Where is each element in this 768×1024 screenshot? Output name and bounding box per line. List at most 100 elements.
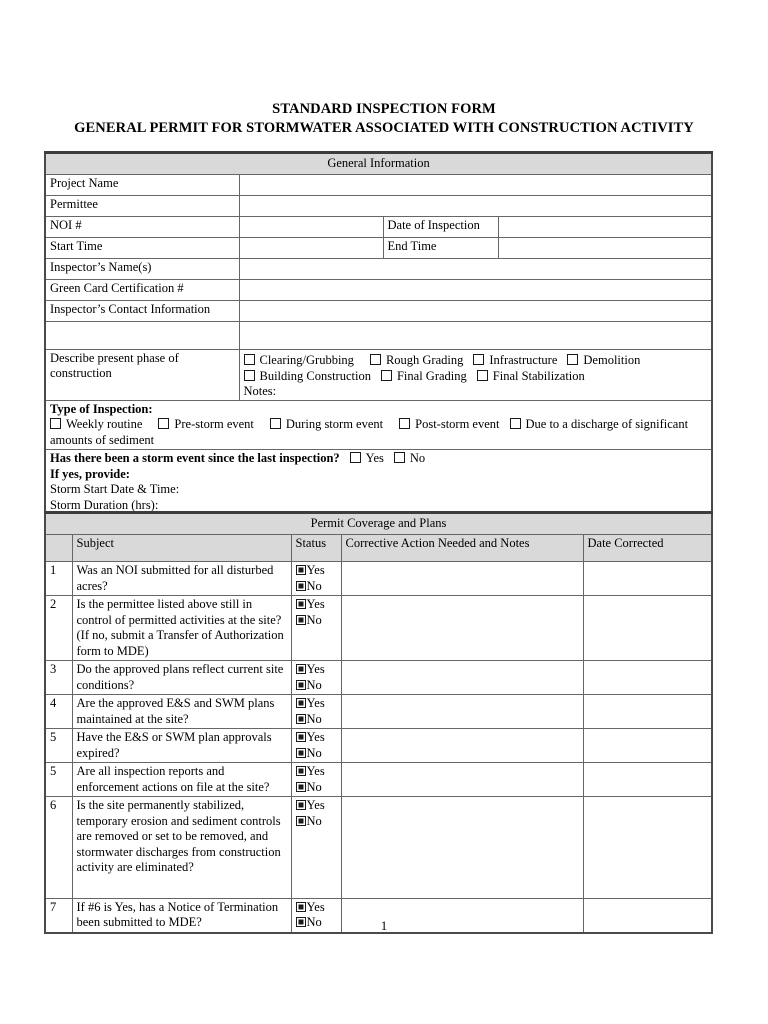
- status-no-option[interactable]: No: [295, 746, 337, 762]
- row-number: 6: [44, 796, 73, 899]
- label-project-name: Project Name: [44, 173, 240, 196]
- checkbox-yes-icon[interactable]: [295, 901, 306, 912]
- status-no-option[interactable]: No: [295, 612, 337, 629]
- phase-option-final-stabilization: Final Stabilization: [492, 368, 585, 383]
- checkbox-rough-grading-icon[interactable]: [369, 353, 381, 365]
- field-noi-number[interactable]: [238, 215, 384, 238]
- field-green-card-certification[interactable]: [238, 278, 714, 301]
- checkbox-yes-icon[interactable]: [295, 698, 306, 708]
- checkbox-demolition-icon[interactable]: [567, 353, 579, 365]
- row-corrective-action[interactable]: [340, 694, 584, 729]
- status-yes-option[interactable]: Yes: [295, 764, 337, 780]
- field-inspector-contact[interactable]: [238, 299, 714, 322]
- label-noi-number: NOI #: [44, 215, 240, 238]
- checkbox-no-icon[interactable]: [295, 614, 306, 625]
- checkbox-no-icon[interactable]: [295, 580, 306, 591]
- row-corrective-action[interactable]: [340, 728, 584, 763]
- label-storm-event-yes: Yes: [365, 451, 384, 465]
- checkbox-no-icon[interactable]: [295, 679, 306, 690]
- label-inspector-contact: Inspector’s Contact Information: [44, 299, 240, 322]
- checkbox-during-storm-event-icon[interactable]: [269, 418, 281, 429]
- status-yes-label: Yes: [306, 662, 325, 676]
- row-date-corrected[interactable]: [582, 561, 714, 596]
- row-start-and-end-time: Start Time End Time: [44, 236, 714, 259]
- checkbox-yes-icon[interactable]: [295, 766, 306, 776]
- status-yes-label: Yes: [306, 563, 325, 577]
- checkbox-yes-icon[interactable]: [295, 565, 306, 575]
- row-corrective-action[interactable]: [340, 796, 584, 899]
- row-number: 4: [44, 694, 73, 729]
- row-corrective-action[interactable]: [340, 660, 584, 695]
- status-yes-option[interactable]: Yes: [295, 597, 337, 613]
- general-information-banner: General Information: [43, 151, 714, 175]
- status-no-option[interactable]: No: [295, 579, 337, 595]
- status-no-option[interactable]: No: [295, 712, 337, 728]
- checkbox-no-icon[interactable]: [295, 713, 306, 724]
- label-present-phase: Describe present phase of construction: [44, 348, 240, 401]
- column-header-status: Status: [290, 533, 342, 562]
- checkbox-yes-icon[interactable]: [295, 800, 306, 810]
- table-row: 6 Is the site permanently stabilized, te…: [44, 796, 714, 899]
- row-status: Yes No: [290, 728, 342, 763]
- row-date-corrected[interactable]: [582, 694, 714, 729]
- row-date-corrected[interactable]: [582, 728, 714, 763]
- checkbox-no-icon[interactable]: [295, 781, 306, 792]
- label-green-card-certification: Green Card Certification #: [44, 278, 240, 301]
- field-project-name[interactable]: [238, 173, 714, 196]
- checkbox-final-stabilization-icon[interactable]: [476, 369, 488, 381]
- checkbox-pre-storm-event-icon[interactable]: [158, 418, 170, 429]
- checkbox-building-construction-icon[interactable]: [243, 369, 255, 381]
- field-date-of-inspection[interactable]: [497, 215, 714, 238]
- checkbox-yes-icon[interactable]: [295, 732, 306, 742]
- checkbox-post-storm-event-icon[interactable]: [399, 418, 411, 429]
- field-storm-start-date-time[interactable]: Storm Start Date & Time:: [50, 482, 707, 498]
- status-no-option[interactable]: No: [295, 678, 337, 694]
- spacer-field-cell[interactable]: [238, 320, 714, 350]
- status-yes-option[interactable]: Yes: [295, 730, 337, 746]
- table-row: 2 Is the permittee listed above still in…: [44, 595, 714, 661]
- row-green-card: Green Card Certification #: [44, 278, 714, 301]
- checkbox-no-icon[interactable]: [295, 747, 306, 758]
- status-yes-option[interactable]: Yes: [295, 662, 337, 678]
- row-date-corrected[interactable]: [582, 762, 714, 797]
- status-yes-option[interactable]: Yes: [295, 696, 337, 712]
- row-corrective-action[interactable]: [340, 595, 584, 661]
- checkbox-clearing-grubbing-icon[interactable]: [243, 353, 255, 365]
- row-date-corrected[interactable]: [582, 595, 714, 661]
- row-corrective-action[interactable]: [340, 762, 584, 797]
- checkbox-no-icon[interactable]: [295, 815, 306, 826]
- status-yes-label: Yes: [306, 899, 325, 914]
- row-date-corrected[interactable]: [582, 796, 714, 899]
- status-yes-option[interactable]: Yes: [295, 899, 337, 916]
- row-subject: Have the E&S or SWM plan approvals expir…: [71, 728, 292, 763]
- row-corrective-action[interactable]: [340, 561, 584, 596]
- phase-options-cell: Clearing/Grubbing Rough Grading Infrastruc…: [238, 348, 714, 401]
- checkbox-storm-event-no-icon[interactable]: [393, 452, 405, 463]
- status-no-label: No: [306, 612, 322, 627]
- checkbox-yes-icon[interactable]: [295, 664, 306, 674]
- phase-notes-label[interactable]: Notes:: [244, 384, 708, 399]
- general-information-banner-row: General Information: [43, 151, 714, 175]
- row-status: Yes No: [290, 694, 342, 729]
- checkbox-discharge-sediment-icon[interactable]: [509, 418, 521, 429]
- field-start-time[interactable]: [238, 236, 384, 259]
- table-row: 5 Have the E&S or SWM plan approvals exp…: [44, 728, 714, 763]
- checkbox-storm-event-yes-icon[interactable]: [349, 452, 361, 463]
- status-no-option[interactable]: No: [295, 814, 337, 830]
- field-end-time[interactable]: [497, 236, 714, 259]
- phase-option-infrastructure: Infrastructure: [489, 352, 558, 367]
- row-date-corrected[interactable]: [582, 660, 714, 695]
- checkbox-final-grading-icon[interactable]: [380, 369, 392, 381]
- label-if-yes-provide: If yes, provide:: [50, 466, 130, 481]
- row-inspector-contact: Inspector’s Contact Information: [44, 299, 714, 322]
- status-yes-option[interactable]: Yes: [295, 798, 337, 814]
- row-status: Yes No: [290, 762, 342, 797]
- field-permittee[interactable]: [238, 194, 714, 217]
- status-yes-option[interactable]: Yes: [295, 563, 337, 579]
- checkbox-yes-icon[interactable]: [295, 599, 306, 609]
- status-no-option[interactable]: No: [295, 780, 337, 796]
- field-inspector-names[interactable]: [238, 257, 714, 280]
- checkbox-weekly-routine-icon[interactable]: [50, 418, 61, 429]
- label-inspector-names: Inspector’s Name(s): [44, 257, 240, 280]
- checkbox-infrastructure-icon[interactable]: [473, 353, 485, 365]
